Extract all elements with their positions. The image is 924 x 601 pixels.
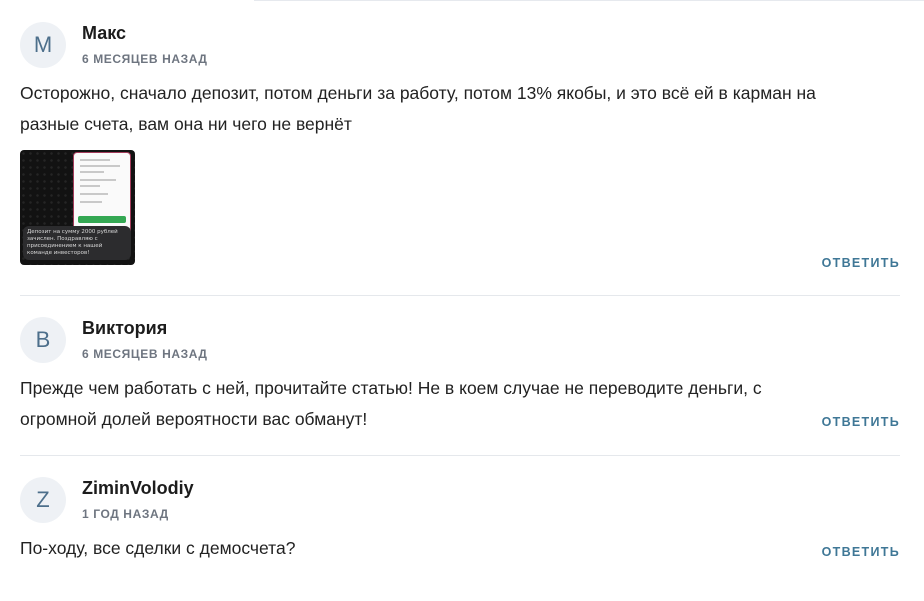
comment-author[interactable]: Макс — [82, 22, 126, 44]
top-divider — [254, 0, 924, 1]
comment-item: В Виктория 6 МЕСЯЦЕВ НАЗАД Прежде чем ра… — [20, 317, 900, 437]
comment-item: Z ZiminVolodiy 1 ГОД НАЗАД По-ходу, все … — [20, 477, 900, 577]
comment-text: По-ходу, все сделки с демосчета? — [20, 538, 296, 558]
reply-button[interactable]: ОТВЕТИТЬ — [822, 415, 900, 429]
comment-date: 6 МЕСЯЦЕВ НАЗАД — [82, 347, 208, 361]
comment-author[interactable]: ZiminVolodiy — [82, 477, 194, 499]
comment-item: М Макс 6 МЕСЯЦЕВ НАЗАД Осторожно, сначал… — [20, 22, 900, 272]
avatar[interactable]: Z — [20, 477, 66, 523]
reply-button[interactable]: ОТВЕТИТЬ — [822, 256, 900, 270]
comment-attachment-image[interactable]: Депозит на сумму 2000 рублей зачислен. П… — [20, 150, 135, 265]
green-button-shape — [78, 216, 126, 223]
comment-text: Осторожно, сначало депозит, потом деньги… — [20, 83, 816, 134]
reply-button[interactable]: ОТВЕТИТЬ — [822, 545, 900, 559]
avatar[interactable]: В — [20, 317, 66, 363]
avatar[interactable]: М — [20, 22, 66, 68]
comment-author[interactable]: Виктория — [82, 317, 167, 339]
comment-date: 6 МЕСЯЦЕВ НАЗАД — [82, 52, 208, 66]
comment-divider — [20, 455, 900, 456]
comment-date: 1 ГОД НАЗАД — [82, 507, 169, 521]
comment-text: Прежде чем работать с ней, прочитайте ст… — [20, 378, 762, 429]
comment-divider — [20, 295, 900, 296]
attachment-caption: Депозит на сумму 2000 рублей зачислен. П… — [23, 226, 131, 260]
